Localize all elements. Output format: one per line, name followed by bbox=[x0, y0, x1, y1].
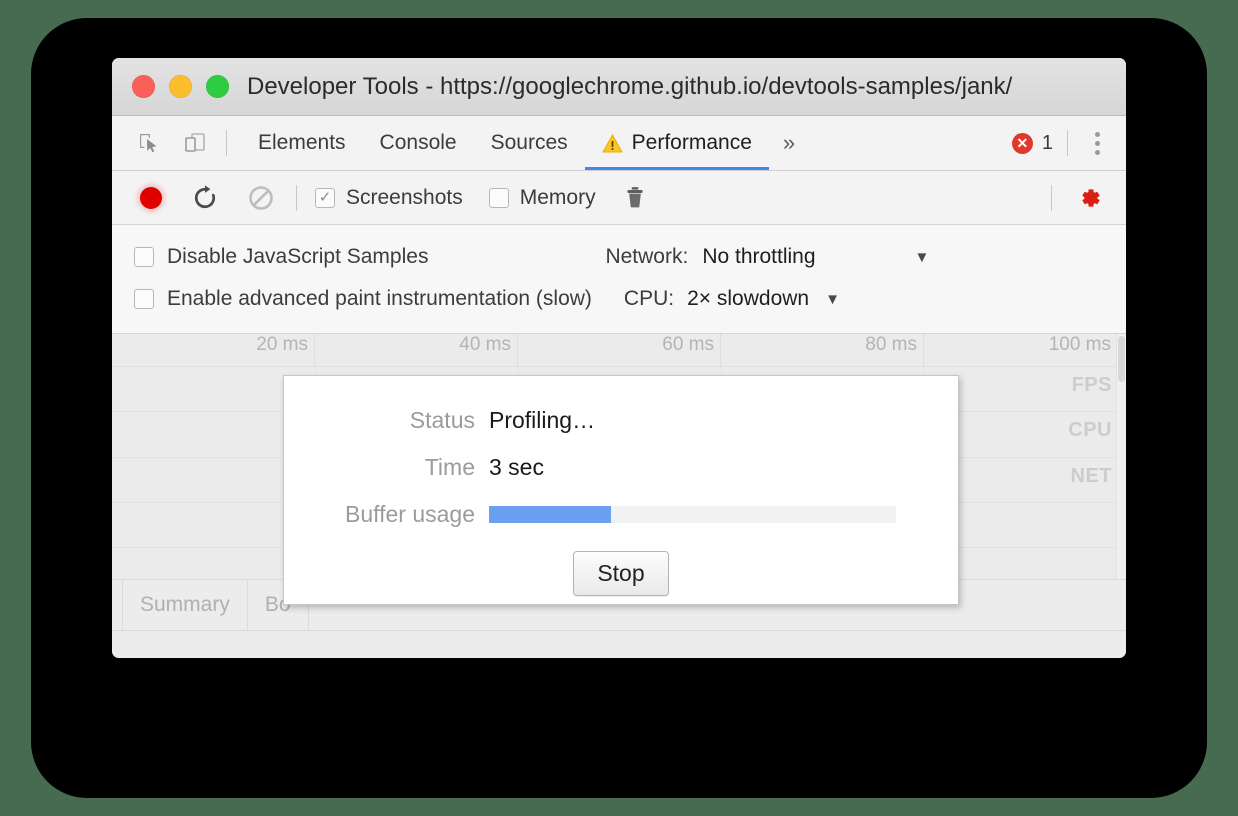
ruler-tick: 60 ms bbox=[518, 334, 721, 366]
tab-console-label: Console bbox=[379, 131, 457, 154]
close-window-button[interactable] bbox=[132, 75, 155, 98]
collect-garbage-icon[interactable] bbox=[618, 181, 652, 215]
advanced-paint-checkbox[interactable]: Enable advanced paint instrumentation (s… bbox=[134, 287, 592, 311]
tab-performance[interactable]: Performance bbox=[584, 116, 770, 170]
screenshots-label: Screenshots bbox=[346, 185, 463, 209]
zoom-window-button[interactable] bbox=[206, 75, 229, 98]
reload-and-record-icon[interactable] bbox=[188, 181, 222, 215]
network-value: No throttling bbox=[702, 245, 816, 268]
warning-triangle-icon bbox=[601, 133, 623, 153]
minimize-window-button[interactable] bbox=[169, 75, 192, 98]
cpu-label: CPU: bbox=[623, 287, 675, 310]
dialog-actions: Stop bbox=[284, 551, 958, 596]
capture-settings-row-1: Disable JavaScript Samples Network: No t… bbox=[112, 236, 1126, 278]
advanced-paint-label: Enable advanced paint instrumentation (s… bbox=[167, 287, 592, 310]
chevron-down-icon[interactable]: ▼ bbox=[915, 249, 930, 266]
dialog-time-row: Time 3 sec bbox=[284, 449, 958, 486]
advanced-paint-checkbox-box bbox=[134, 289, 154, 309]
disable-js-samples-checkbox[interactable]: Disable JavaScript Samples bbox=[134, 245, 428, 269]
error-circle-icon: ✕ bbox=[1011, 132, 1033, 154]
time-value: 3 sec bbox=[489, 454, 544, 480]
checkmark-icon: ✓ bbox=[318, 189, 332, 206]
time-label: Time bbox=[424, 454, 475, 480]
network-throttling-control[interactable]: Network: No throttling ▼ bbox=[605, 245, 929, 269]
details-pane bbox=[112, 631, 1126, 658]
toolbar-divider bbox=[296, 184, 297, 211]
status-label: Status bbox=[409, 407, 475, 433]
dialog-status-row: Status Profiling… bbox=[284, 402, 958, 439]
screenshot-root: Developer Tools - https://googlechrome.g… bbox=[0, 0, 1238, 816]
tab-bar-tools bbox=[132, 126, 212, 160]
record-icon bbox=[140, 186, 162, 209]
capture-settings-panel: Disable JavaScript Samples Network: No t… bbox=[112, 225, 1126, 334]
gear-divider bbox=[1051, 184, 1052, 211]
screenshots-checkbox[interactable]: ✓ Screenshots bbox=[315, 186, 463, 210]
ruler-tick: 20 ms bbox=[112, 334, 315, 366]
cpu-throttling-control[interactable]: CPU: 2× slowdown ▼ bbox=[624, 287, 840, 311]
capture-settings-gear-icon bbox=[1082, 188, 1100, 207]
timeline-track-label-fps: FPS bbox=[1071, 374, 1112, 396]
dialog-buffer-row: Buffer usage bbox=[284, 496, 958, 533]
tab-console[interactable]: Console bbox=[363, 116, 474, 170]
capture-settings-button[interactable] bbox=[1037, 183, 1104, 213]
memory-label: Memory bbox=[519, 185, 596, 209]
memory-checkbox[interactable]: Memory bbox=[488, 185, 596, 210]
memory-checkbox-box bbox=[488, 187, 509, 208]
cpu-value: 2× slowdown bbox=[687, 287, 810, 310]
tab-performance-label: Performance bbox=[631, 131, 752, 154]
timeline-scrollbar-thumb[interactable] bbox=[1118, 336, 1125, 382]
status-value: Profiling… bbox=[489, 407, 596, 433]
device-toolbar-icon[interactable] bbox=[178, 126, 212, 160]
tab-bar-right-divider bbox=[1067, 130, 1068, 156]
tab-sources-label: Sources bbox=[490, 131, 568, 154]
tab-elements[interactable]: Elements bbox=[241, 116, 363, 170]
disable-js-samples-checkbox-box bbox=[134, 247, 154, 267]
devtools-window: Developer Tools - https://googlechrome.g… bbox=[112, 58, 1126, 658]
timeline-track-label-net: NET bbox=[1070, 465, 1112, 487]
performance-toolbar: ✓ Screenshots Memory bbox=[112, 171, 1126, 225]
record-button[interactable] bbox=[134, 181, 168, 215]
screenshots-checkbox-box: ✓ bbox=[315, 187, 335, 208]
buffer-usage-progress-fill bbox=[489, 506, 612, 523]
tab-bar-divider bbox=[226, 130, 227, 156]
more-tabs-icon[interactable]: » bbox=[769, 130, 808, 156]
capture-settings-row-2: Enable advanced paint instrumentation (s… bbox=[112, 278, 1126, 320]
ruler-tick: 100 ms bbox=[1048, 334, 1111, 355]
network-label: Network: bbox=[605, 245, 689, 268]
timeline-track-label-cpu: CPU bbox=[1068, 419, 1112, 441]
tab-bar-right-controls: ✕ 1 bbox=[1011, 130, 1112, 156]
tab-list: Elements Console Sources Performance » bbox=[241, 116, 808, 170]
ruler-tick: 40 ms bbox=[315, 334, 518, 366]
error-count-label: 1 bbox=[1041, 131, 1053, 154]
buffer-usage-label: Buffer usage bbox=[344, 501, 475, 527]
timeline-ruler: 20 ms 40 ms 60 ms 80 ms 100 ms bbox=[112, 334, 1126, 367]
error-count-badge[interactable]: ✕ 1 bbox=[1011, 131, 1053, 155]
disable-js-samples-label: Disable JavaScript Samples bbox=[167, 245, 429, 268]
bottom-tab-summary-label: Summary bbox=[140, 593, 230, 616]
timeline-scrollbar[interactable] bbox=[1116, 334, 1126, 579]
recording-status-dialog: Status Profiling… Time 3 sec Buffer usag… bbox=[283, 375, 959, 605]
clear-recording-icon[interactable] bbox=[244, 181, 278, 215]
bottom-tab-summary[interactable]: Summary bbox=[122, 580, 248, 630]
window-title: Developer Tools - https://googlechrome.g… bbox=[247, 72, 1013, 100]
stop-button[interactable]: Stop bbox=[573, 551, 669, 596]
inspect-element-icon[interactable] bbox=[132, 126, 166, 160]
buffer-usage-progressbar bbox=[489, 506, 896, 523]
window-traffic-lights bbox=[132, 75, 229, 98]
window-title-bar: Developer Tools - https://googlechrome.g… bbox=[112, 58, 1126, 116]
devtools-tab-bar: Elements Console Sources Performance » ✕… bbox=[112, 116, 1126, 171]
chevron-down-icon[interactable]: ▼ bbox=[825, 291, 840, 308]
ruler-tick: 80 ms bbox=[721, 334, 924, 366]
tab-sources[interactable]: Sources bbox=[474, 116, 585, 170]
kebab-menu-icon[interactable] bbox=[1082, 131, 1112, 155]
tab-elements-label: Elements bbox=[258, 131, 346, 154]
